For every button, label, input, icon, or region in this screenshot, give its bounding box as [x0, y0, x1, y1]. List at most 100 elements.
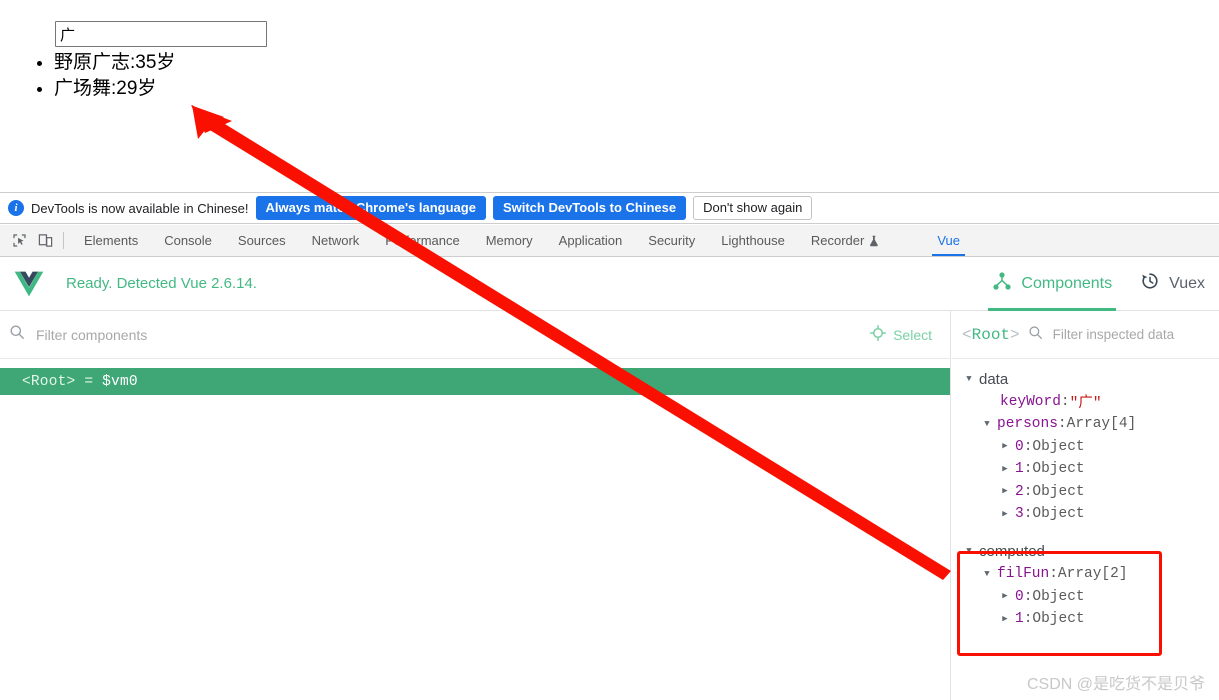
inspector-value: Object — [1032, 611, 1085, 628]
select-button-label: Select — [893, 326, 932, 343]
chevron-right-icon: ▶ — [1002, 591, 1008, 602]
inspector-group-data[interactable]: ▼ data — [952, 368, 1219, 391]
angle-close: > — [1010, 325, 1020, 344]
tab-memory[interactable]: Memory — [473, 225, 546, 256]
inspector-row-filfun-0[interactable]: ▶ 0 : Object — [952, 586, 1219, 609]
filter-inspected-data-input[interactable] — [1050, 326, 1205, 343]
keyword-search-input[interactable] — [55, 21, 267, 47]
inspector-separator: : — [1023, 461, 1033, 478]
inspector-row-persons[interactable]: ▼ persons : Array[4] — [952, 413, 1219, 436]
chevron-down-icon: ▼ — [984, 418, 990, 429]
crosshair-icon — [870, 325, 887, 344]
devtools-tab-bar: Elements Console Sources Network Perform… — [0, 225, 1219, 257]
root-component-name: <Root> — [22, 373, 76, 390]
inspector-separator: : — [1060, 393, 1070, 410]
device-toolbar-icon[interactable] — [32, 228, 58, 254]
inspector-header: <Root> — [952, 311, 1219, 359]
tab-recorder-label: Recorder — [810, 233, 865, 248]
inspector-row-persons-0[interactable]: ▶ 0 : Object — [952, 436, 1219, 459]
tab-elements[interactable]: Elements — [71, 225, 151, 256]
chevron-down-icon: ▼ — [966, 373, 972, 384]
inspector-row-filfun-1[interactable]: ▶ 1 : Object — [952, 608, 1219, 631]
browser-page-viewport: 野原广志:35岁 广场舞:29岁 — [0, 0, 1219, 192]
inspector-key: 0 — [1015, 438, 1024, 455]
tab-application[interactable]: Application — [546, 225, 636, 256]
list-item: 野原广志:35岁 — [54, 50, 175, 76]
search-icon — [1028, 325, 1043, 345]
toolbar-divider — [63, 232, 64, 249]
info-icon: i — [8, 200, 24, 216]
components-tree-pane: Select <Root> = $vm0 — [0, 311, 951, 700]
dont-show-again-button[interactable]: Don't show again — [693, 196, 813, 220]
inspector-key: filFun — [997, 566, 1050, 583]
inspector-key: keyWord — [1000, 393, 1061, 410]
inspector-data-body: ▼ data keyWord : "广" ▼ persons : Array[4… — [952, 359, 1219, 631]
chevron-down-icon: ▼ — [984, 568, 990, 579]
chevron-right-icon: ▶ — [1002, 508, 1008, 519]
search-icon — [9, 324, 25, 345]
notification-message: DevTools is now available in Chinese! — [31, 200, 249, 216]
inspector-row-filfun[interactable]: ▼ filFun : Array[2] — [952, 563, 1219, 586]
inspector-value: Array[4] — [1066, 416, 1137, 433]
inspector-separator: : — [1023, 483, 1033, 500]
inspected-component-name: <Root> — [962, 326, 1020, 344]
inspector-value: Object — [1032, 461, 1085, 478]
chevron-right-icon: ▶ — [1002, 463, 1008, 474]
tab-security[interactable]: Security — [635, 225, 708, 256]
inspector-value: Object — [1032, 438, 1085, 455]
chevron-down-icon: ▼ — [966, 546, 972, 557]
angle-open: < — [962, 325, 972, 344]
inspector-group-title: data — [979, 370, 1009, 388]
inspector-group-title: computed — [979, 543, 1045, 561]
inspector-separator: : — [1023, 588, 1033, 605]
tab-vuex-label: Vuex — [1169, 274, 1205, 292]
select-component-button[interactable]: Select — [870, 325, 932, 344]
vue-devtools-header: Ready. Detected Vue 2.6.14. Components V… — [0, 257, 1219, 311]
inspector-row-persons-3[interactable]: ▶ 3 : Object — [952, 503, 1219, 526]
switch-devtools-to-chinese-button[interactable]: Switch DevTools to Chinese — [492, 196, 687, 220]
vuex-history-icon — [1140, 271, 1160, 296]
vue-logo — [14, 269, 44, 299]
experiment-beaker-icon — [869, 227, 879, 258]
root-row-instance: $vm0 — [102, 373, 138, 390]
chevron-right-icon: ▶ — [1002, 441, 1008, 452]
inspector-row-persons-2[interactable]: ▶ 2 : Object — [952, 481, 1219, 504]
inspector-value: Object — [1032, 588, 1085, 605]
inspector-key: 2 — [1015, 483, 1024, 500]
tab-console[interactable]: Console — [151, 225, 225, 256]
inspector-value: Array[2] — [1057, 566, 1128, 583]
tab-vuex[interactable]: Vuex — [1126, 257, 1219, 311]
inspector-value: Object — [1032, 506, 1085, 523]
inspector-value: Object — [1032, 483, 1085, 500]
tab-recorder[interactable]: Recorder — [798, 225, 892, 256]
tab-vue[interactable]: Vue — [924, 225, 973, 256]
tab-sources[interactable]: Sources — [225, 225, 299, 256]
inspector-group-computed[interactable]: ▼ computed — [952, 541, 1219, 564]
inspector-value: "广" — [1069, 396, 1102, 413]
csdn-watermark: CSDN @是吃货不是贝爷 — [1026, 676, 1205, 693]
tab-components-label: Components — [1021, 274, 1113, 292]
inspector-row-persons-1[interactable]: ▶ 1 : Object — [952, 458, 1219, 481]
inspector-separator: : — [1023, 611, 1033, 628]
root-row-equals: = — [84, 373, 94, 390]
component-tree-row-root[interactable]: <Root> = $vm0 — [0, 368, 950, 395]
chevron-right-icon: ▶ — [1002, 613, 1008, 624]
filter-components-input[interactable] — [34, 325, 378, 344]
inspector-separator: : — [1049, 566, 1058, 583]
chevron-right-icon: ▶ — [1002, 486, 1008, 497]
tab-performance[interactable]: Performance — [372, 225, 472, 256]
tab-network[interactable]: Network — [299, 225, 373, 256]
vue-status-text: Ready. Detected Vue 2.6.14. — [66, 275, 257, 292]
inspector-separator: : — [1057, 416, 1067, 433]
inspector-key: 0 — [1015, 588, 1024, 605]
inspect-element-icon[interactable] — [6, 228, 32, 254]
inspector-key: 3 — [1015, 506, 1024, 523]
always-match-language-button[interactable]: Always match Chrome's language — [255, 196, 486, 220]
tab-lighthouse[interactable]: Lighthouse — [708, 225, 798, 256]
inspected-data-pane: <Root> ▼ data keyWord : "广" ▼ persons : … — [952, 311, 1219, 700]
tab-components[interactable]: Components — [978, 257, 1126, 311]
inspected-name: Root — [971, 325, 1011, 344]
components-filter-row: Select — [0, 311, 950, 359]
list-item: 广场舞:29岁 — [54, 76, 175, 102]
inspector-row-keyword: keyWord : "广" — [952, 391, 1219, 414]
